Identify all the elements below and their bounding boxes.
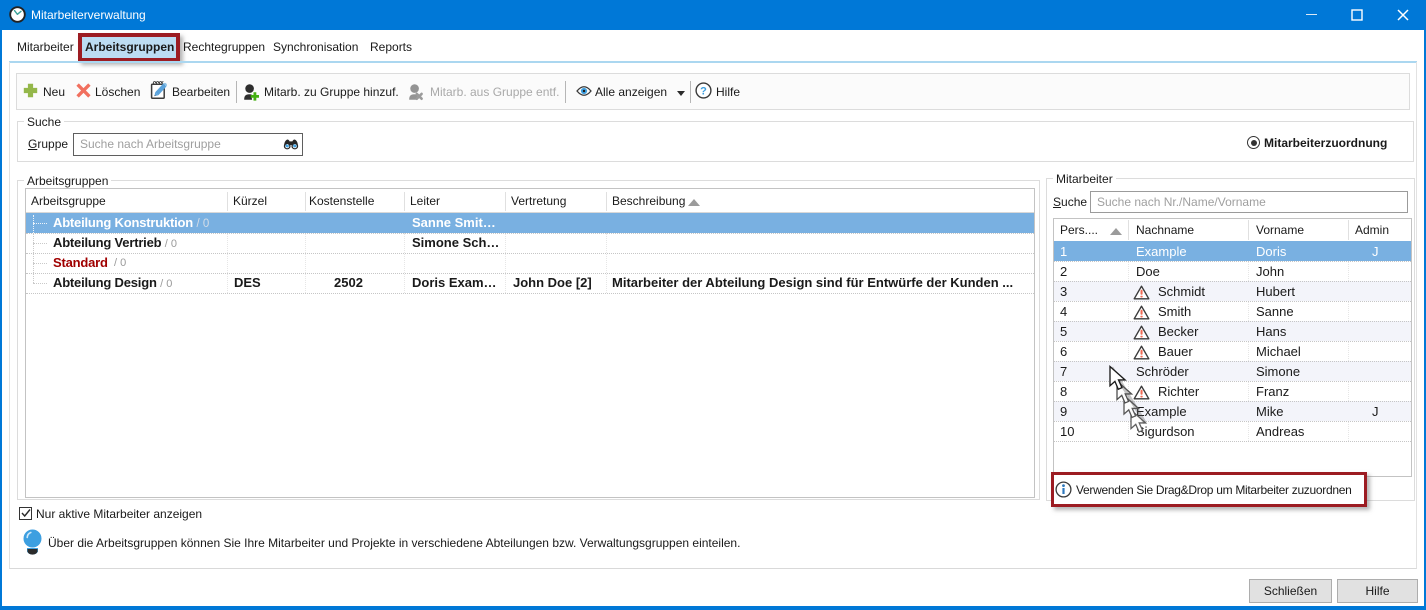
svg-text:?: ? xyxy=(700,85,707,97)
